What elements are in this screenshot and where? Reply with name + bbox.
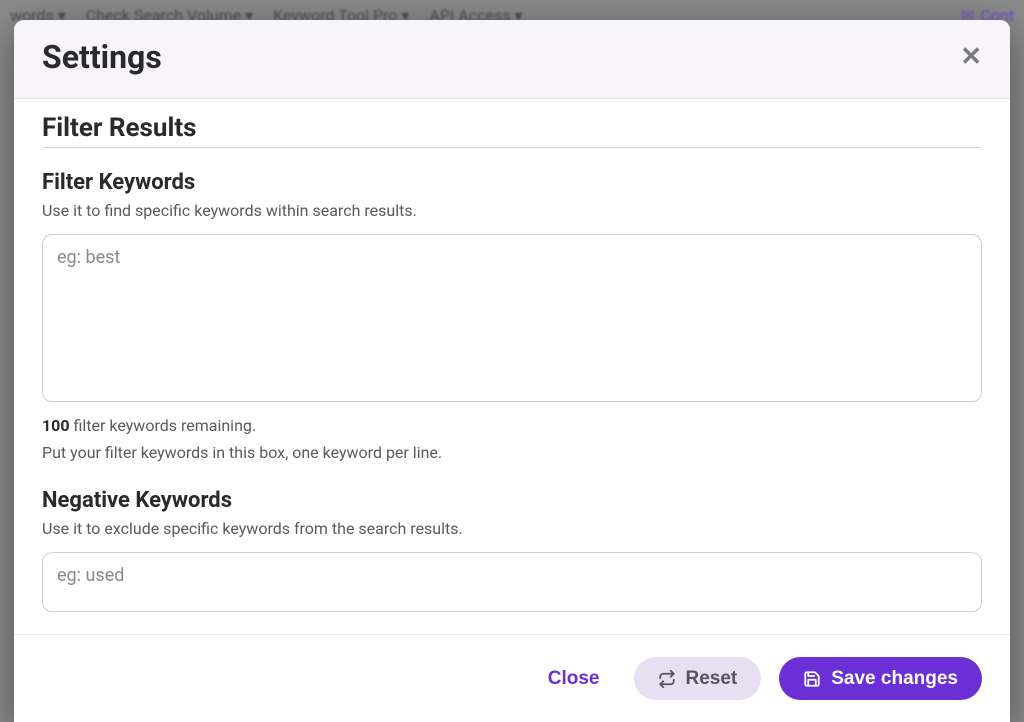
- close-icon[interactable]: ✕: [960, 44, 982, 70]
- filter-keywords-input[interactable]: [42, 234, 982, 402]
- save-icon: [803, 670, 821, 688]
- negative-keywords-label: Negative Keywords: [42, 488, 982, 513]
- retweet-icon: [658, 670, 676, 688]
- settings-modal: Settings ✕ Filter Results Filter Keyword…: [14, 20, 1010, 722]
- reset-button-label: Reset: [686, 669, 738, 688]
- filter-keywords-label: Filter Keywords: [42, 170, 982, 195]
- filter-keywords-desc: Use it to find specific keywords within …: [42, 201, 982, 220]
- modal-title: Settings: [42, 38, 162, 76]
- filter-remaining-text: filter keywords remaining.: [70, 416, 257, 435]
- save-button-label: Save changes: [831, 669, 958, 688]
- save-changes-button[interactable]: Save changes: [779, 657, 982, 700]
- close-button[interactable]: Close: [532, 657, 616, 700]
- modal-footer: Close Reset Save changes: [14, 634, 1010, 722]
- negative-keywords-input[interactable]: [42, 552, 982, 612]
- modal-header: Settings ✕: [14, 20, 1010, 99]
- filter-hint: Put your filter keywords in this box, on…: [42, 443, 982, 462]
- reset-button[interactable]: Reset: [634, 657, 762, 700]
- section-title-filter-results: Filter Results: [42, 113, 982, 148]
- filter-remaining-count: 100: [42, 416, 70, 435]
- filter-remaining: 100 filter keywords remaining.: [42, 416, 982, 435]
- modal-body: Filter Results Filter Keywords Use it to…: [14, 99, 1010, 634]
- negative-keywords-desc: Use it to exclude specific keywords from…: [42, 519, 982, 538]
